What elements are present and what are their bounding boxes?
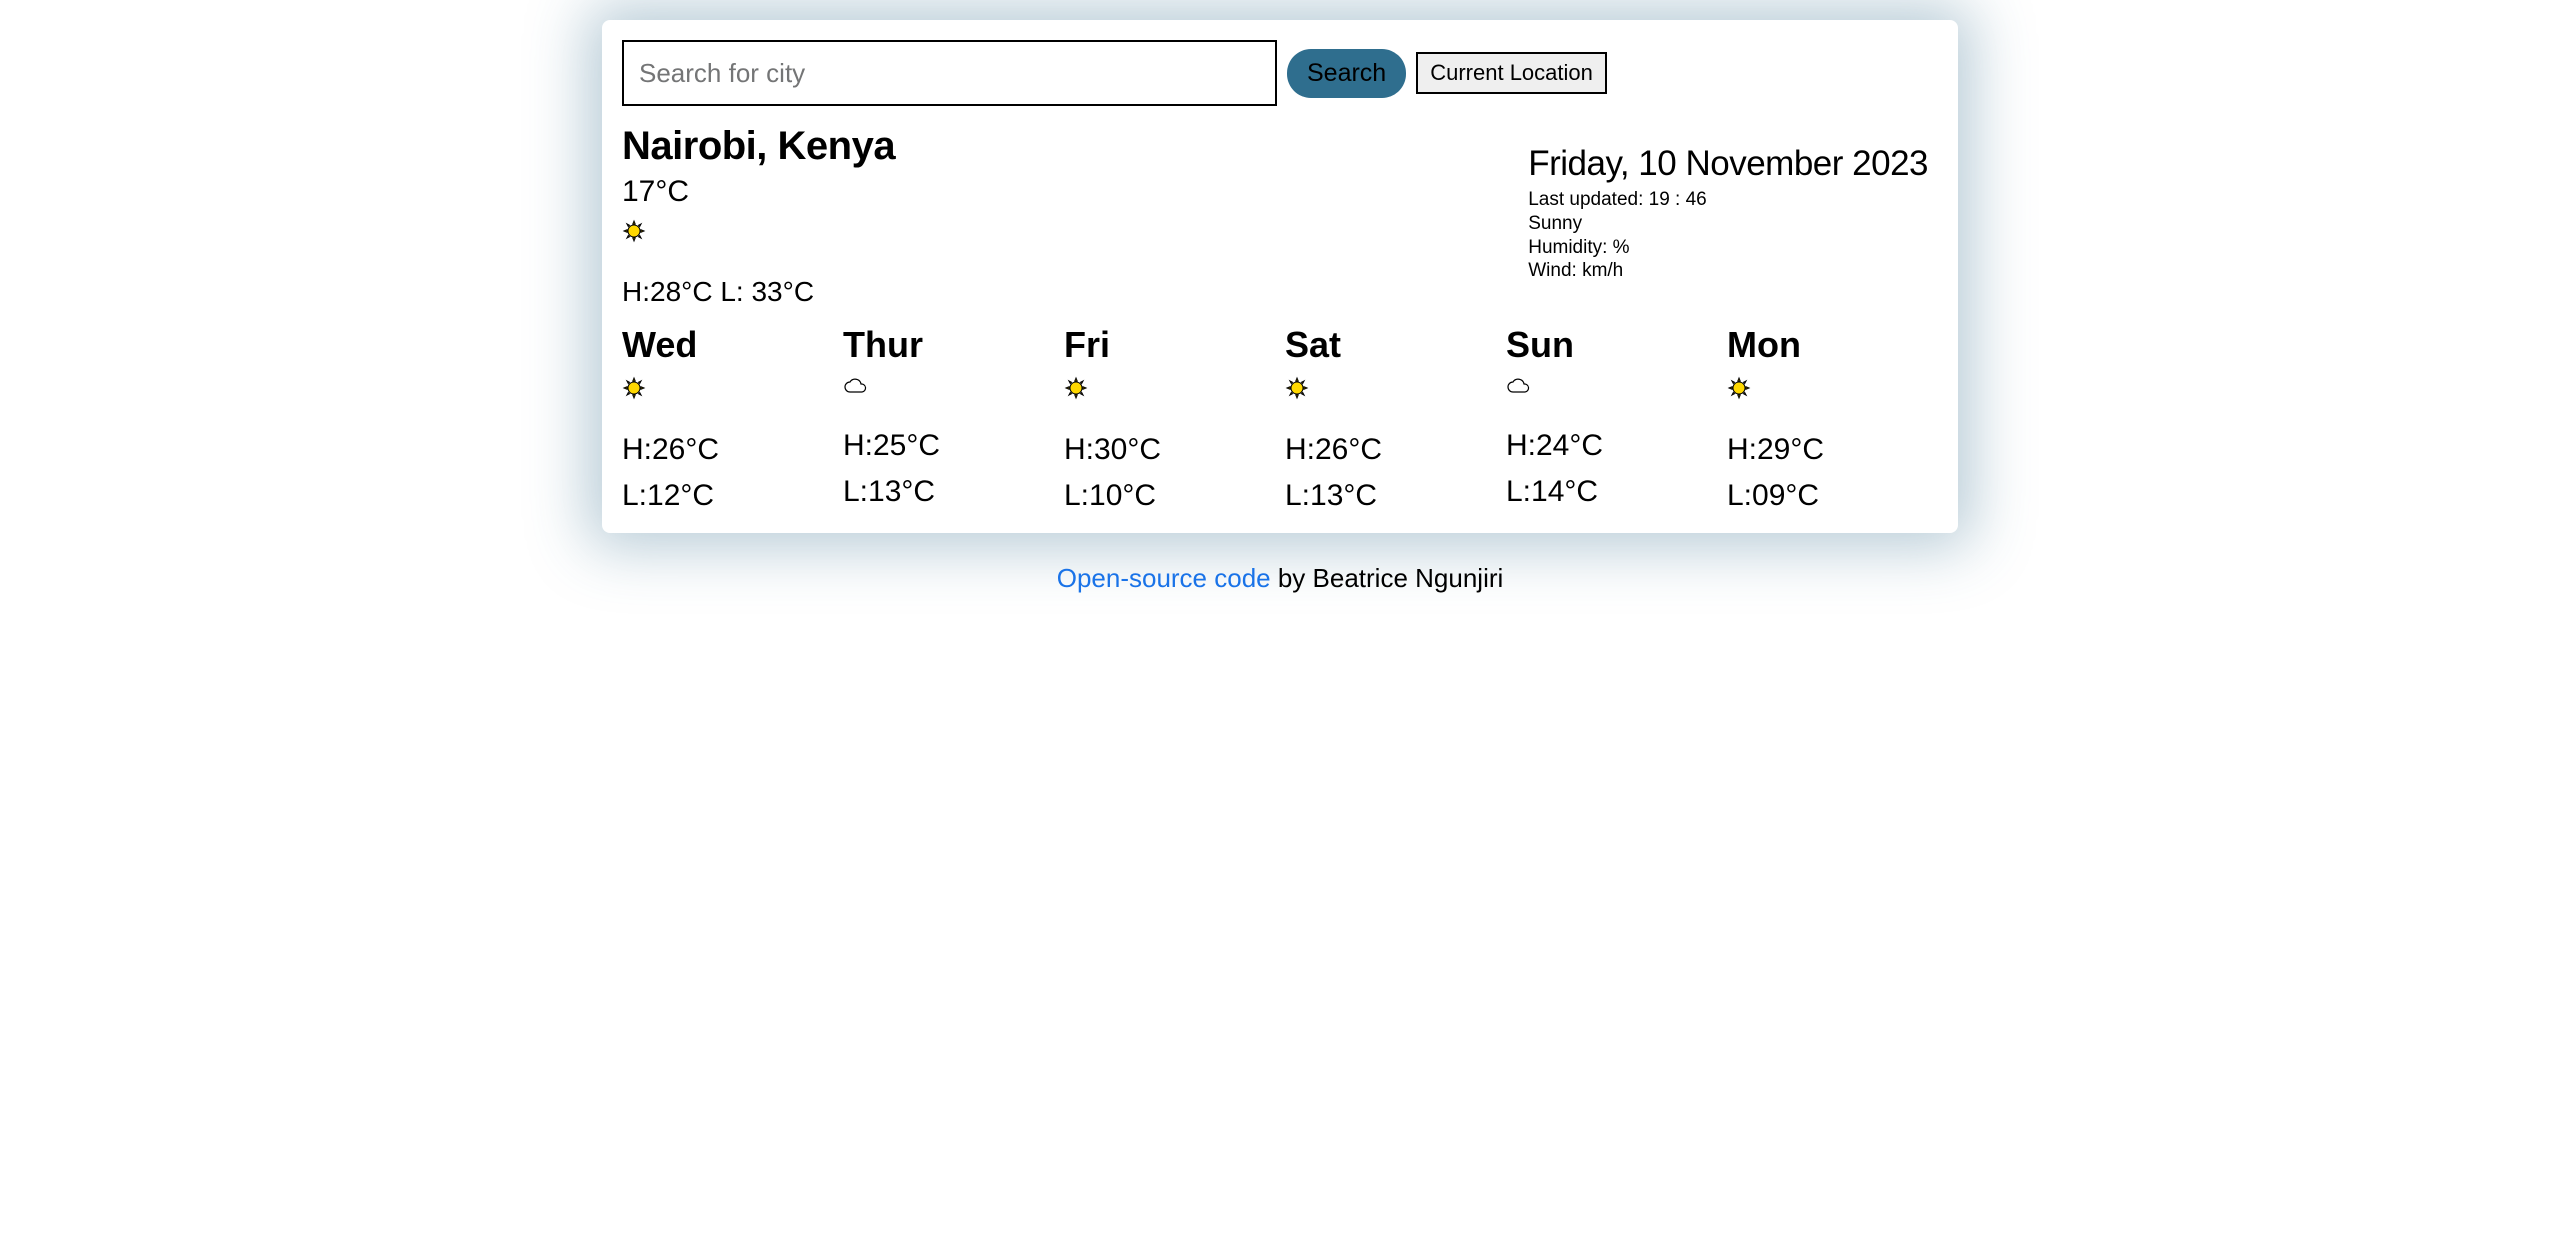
forecast-day-name: Fri [1064, 324, 1275, 366]
current-icon-wrap [622, 219, 895, 248]
sun-icon [1064, 376, 1088, 400]
forecast-day: Sun H:24°C L:14°C [1506, 324, 1717, 513]
forecast-high: H:29°C [1727, 433, 1938, 467]
footer: Open-source code by Beatrice Ngunjiri [0, 563, 2560, 594]
open-source-link[interactable]: Open-source code [1057, 563, 1271, 593]
sun-icon [1285, 376, 1309, 400]
forecast-high: H:25°C [843, 429, 1054, 463]
forecast-day-name: Thur [843, 324, 1054, 366]
forecast-high: H:26°C [622, 433, 833, 467]
forecast-low: L:12°C [622, 479, 833, 513]
search-input[interactable] [622, 40, 1277, 106]
forecast-day-name: Sun [1506, 324, 1717, 366]
sun-icon [1727, 376, 1751, 400]
forecast-day-name: Sat [1285, 324, 1496, 366]
main-section: Nairobi, Kenya 17°C H:28°C L: 33°C Frida… [622, 124, 1938, 308]
search-row: Search Current Location [622, 40, 1938, 106]
forecast-day: Fri H:30°C L:10°C [1064, 324, 1275, 513]
last-updated-text: Last updated: 19 : 46 [1528, 188, 1928, 212]
cloud-icon [1506, 376, 1532, 396]
current-location-button[interactable]: Current Location [1416, 52, 1607, 94]
forecast-high: H:30°C [1064, 433, 1275, 467]
forecast-day: Thur H:25°C L:13°C [843, 324, 1054, 513]
forecast-icon-wrap [843, 376, 1054, 401]
forecast-day: Wed H:26°C L:12°C [622, 324, 833, 513]
forecast-low: L:09°C [1727, 479, 1938, 513]
forecast-low: L:13°C [1285, 479, 1496, 513]
date-text: Friday, 10 November 2023 [1528, 144, 1928, 184]
forecast-icon-wrap [622, 376, 833, 405]
search-button[interactable]: Search [1287, 49, 1406, 98]
forecast-low: L:13°C [843, 475, 1054, 509]
sun-icon [622, 219, 646, 243]
forecast-high: H:24°C [1506, 429, 1717, 463]
forecast-day: Mon H:29°C L:09°C [1727, 324, 1938, 513]
current-temperature: 17°C [622, 175, 895, 209]
condition-text: Sunny [1528, 212, 1928, 236]
current-high-low: H:28°C L: 33°C [622, 276, 895, 308]
cloud-icon [843, 376, 869, 396]
forecast-icon-wrap [1285, 376, 1496, 405]
forecast-high: H:26°C [1285, 433, 1496, 467]
forecast-day-name: Mon [1727, 324, 1938, 366]
forecast-low: L:14°C [1506, 475, 1717, 509]
humidity-text: Humidity: % [1528, 236, 1928, 260]
author-text: by Beatrice Ngunjiri [1271, 563, 1504, 593]
forecast-icon-wrap [1064, 376, 1275, 405]
forecast-day-name: Wed [622, 324, 833, 366]
forecast-low: L:10°C [1064, 479, 1275, 513]
current-weather: Nairobi, Kenya 17°C H:28°C L: 33°C [622, 124, 895, 308]
location-title: Nairobi, Kenya [622, 124, 895, 169]
weather-card: Search Current Location Nairobi, Kenya 1… [602, 20, 1958, 533]
forecast-row: Wed H:26°C L:12°C Thur H:25°C L:13°C Fri H:30°C… [622, 324, 1938, 513]
forecast-icon-wrap [1506, 376, 1717, 401]
wind-text: Wind: km/h [1528, 259, 1928, 283]
forecast-day: Sat H:26°C L:13°C [1285, 324, 1496, 513]
sun-icon [622, 376, 646, 400]
details-panel: Friday, 10 November 2023 Last updated: 1… [1528, 124, 1938, 308]
forecast-icon-wrap [1727, 376, 1938, 405]
